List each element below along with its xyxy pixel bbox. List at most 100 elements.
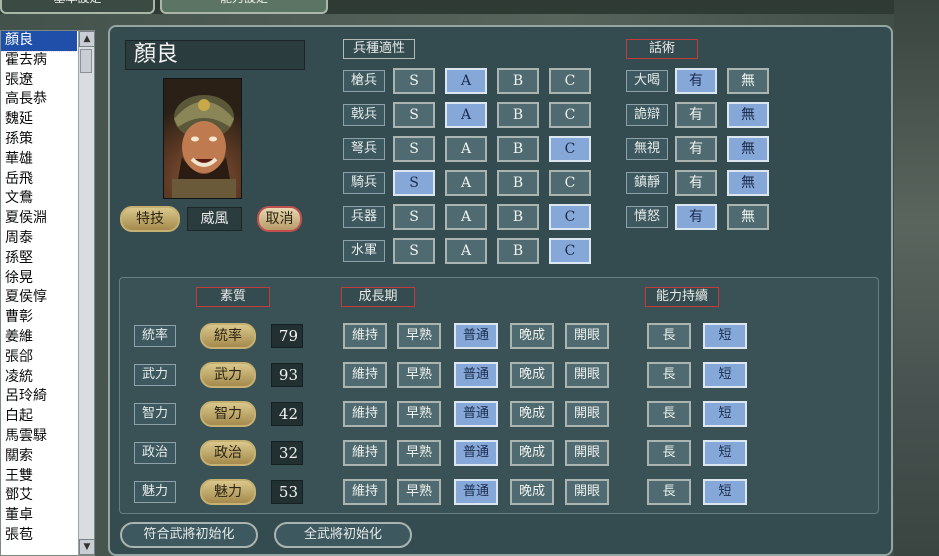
sidebar-item[interactable]: 文鴦 — [1, 189, 77, 209]
aptitude-grade-option[interactable]: A — [445, 170, 487, 196]
sidebar-item[interactable]: 馬雲騄 — [1, 427, 77, 447]
sidebar-item[interactable]: 董卓 — [1, 506, 77, 526]
duration-option[interactable]: 長 — [647, 440, 691, 466]
duration-option[interactable]: 短 — [703, 479, 747, 505]
growth-option[interactable]: 晚成 — [510, 479, 554, 505]
growth-option[interactable]: 維持 — [343, 440, 387, 466]
duration-option[interactable]: 長 — [647, 401, 691, 427]
growth-option[interactable]: 普通 — [454, 362, 498, 388]
aptitude-grade-option[interactable]: A — [445, 136, 487, 162]
stat-button[interactable]: 智力 — [200, 401, 256, 427]
sidebar-item[interactable]: 張苞 — [1, 526, 77, 546]
duration-option[interactable]: 短 — [703, 362, 747, 388]
sidebar-item[interactable]: 華雄 — [1, 150, 77, 170]
growth-option[interactable]: 晚成 — [510, 401, 554, 427]
growth-option[interactable]: 早熟 — [397, 440, 441, 466]
growth-option[interactable]: 晚成 — [510, 440, 554, 466]
scroll-thumb[interactable] — [80, 49, 92, 73]
aptitude-grade-option[interactable]: B — [497, 170, 539, 196]
sidebar-item[interactable]: 魏延 — [1, 110, 77, 130]
growth-option[interactable]: 普通 — [454, 401, 498, 427]
aptitude-grade-option[interactable]: A — [445, 238, 487, 264]
growth-option[interactable]: 晚成 — [510, 362, 554, 388]
sidebar-item[interactable]: 姜維 — [1, 328, 77, 348]
aptitude-grade-option[interactable]: A — [445, 102, 487, 128]
duration-option[interactable]: 短 — [703, 401, 747, 427]
reset-all-button[interactable]: 全武將初始化 — [274, 522, 412, 548]
sidebar-item[interactable]: 高長恭 — [1, 90, 77, 110]
tactic-no-option[interactable]: 無 — [727, 204, 769, 230]
sidebar-item[interactable]: 王雙 — [1, 467, 77, 487]
cancel-skill-button[interactable]: 取消 — [257, 206, 302, 232]
growth-option[interactable]: 晚成 — [510, 323, 554, 349]
aptitude-grade-option[interactable]: S — [393, 136, 435, 162]
sidebar-item[interactable]: 張郃 — [1, 348, 77, 368]
aptitude-grade-option[interactable]: S — [393, 68, 435, 94]
scroll-down-icon[interactable]: ▼ — [79, 539, 95, 555]
duration-option[interactable]: 短 — [703, 323, 747, 349]
aptitude-grade-option[interactable]: C — [549, 170, 591, 196]
sidebar-item[interactable]: 關索 — [1, 447, 77, 467]
tactic-yes-option[interactable]: 有 — [675, 102, 717, 128]
scrollbar[interactable]: ▲ ▼ — [78, 31, 95, 555]
sidebar-item[interactable]: 孫策 — [1, 130, 77, 150]
sidebar-item[interactable]: 孫堅 — [1, 249, 77, 269]
aptitude-grade-option[interactable]: C — [549, 136, 591, 162]
aptitude-grade-option[interactable]: S — [393, 204, 435, 230]
growth-option[interactable]: 早熟 — [397, 362, 441, 388]
tactic-no-option[interactable]: 無 — [727, 68, 769, 94]
growth-option[interactable]: 開眼 — [565, 401, 609, 427]
growth-option[interactable]: 早熟 — [397, 479, 441, 505]
general-list[interactable]: 顏良 霍去病 張遼 高長恭 魏延 孫策 華雄 岳飛 文鴦 夏侯淵 周泰 孫堅 徐晃 夏侯惇 曹彰 姜維 張郃 凌統… — [0, 30, 95, 556]
aptitude-grade-option[interactable]: S — [393, 238, 435, 264]
sidebar-item[interactable]: 曹彰 — [1, 308, 77, 328]
growth-option[interactable]: 早熟 — [397, 401, 441, 427]
duration-option[interactable]: 短 — [703, 440, 747, 466]
aptitude-grade-option[interactable]: B — [497, 68, 539, 94]
growth-option[interactable]: 開眼 — [565, 362, 609, 388]
aptitude-grade-option[interactable]: S — [393, 102, 435, 128]
sidebar-item[interactable]: 張遼 — [1, 71, 77, 91]
sidebar-item[interactable]: 岳飛 — [1, 170, 77, 190]
sidebar-item[interactable]: 徐晃 — [1, 269, 77, 289]
sidebar-item[interactable]: 周泰 — [1, 229, 77, 249]
aptitude-grade-option[interactable]: C — [549, 68, 591, 94]
growth-option[interactable]: 普通 — [454, 479, 498, 505]
tactic-no-option[interactable]: 無 — [727, 136, 769, 162]
tactic-yes-option[interactable]: 有 — [675, 68, 717, 94]
aptitude-grade-option[interactable]: B — [497, 136, 539, 162]
aptitude-grade-option[interactable]: S — [393, 170, 435, 196]
growth-option[interactable]: 普通 — [454, 440, 498, 466]
growth-option[interactable]: 維持 — [343, 323, 387, 349]
aptitude-grade-option[interactable]: B — [497, 102, 539, 128]
reset-matching-button[interactable]: 符合武將初始化 — [120, 522, 258, 548]
aptitude-grade-option[interactable]: B — [497, 204, 539, 230]
growth-option[interactable]: 維持 — [343, 362, 387, 388]
aptitude-grade-option[interactable]: C — [549, 102, 591, 128]
skill-button[interactable]: 特技 — [120, 206, 180, 232]
growth-option[interactable]: 維持 — [343, 479, 387, 505]
tactic-yes-option[interactable]: 有 — [675, 136, 717, 162]
sidebar-item[interactable]: 白起 — [1, 407, 77, 427]
growth-option[interactable]: 開眼 — [565, 323, 609, 349]
sidebar-item[interactable]: 顏良 — [1, 31, 77, 52]
stat-button[interactable]: 武力 — [200, 362, 256, 388]
sidebar-item[interactable]: 鄧艾 — [1, 486, 77, 506]
duration-option[interactable]: 長 — [647, 362, 691, 388]
growth-option[interactable]: 早熟 — [397, 323, 441, 349]
tab-basic-settings[interactable]: 基本設定 — [0, 0, 155, 14]
aptitude-grade-option[interactable]: A — [445, 68, 487, 94]
growth-option[interactable]: 普通 — [454, 323, 498, 349]
aptitude-grade-option[interactable]: B — [497, 238, 539, 264]
sidebar-item[interactable]: 呂玲綺 — [1, 387, 77, 407]
aptitude-grade-option[interactable]: A — [445, 204, 487, 230]
tactic-yes-option[interactable]: 有 — [675, 170, 717, 196]
stat-button[interactable]: 統率 — [200, 323, 256, 349]
stat-button[interactable]: 魅力 — [200, 479, 256, 505]
duration-option[interactable]: 長 — [647, 323, 691, 349]
scroll-up-icon[interactable]: ▲ — [79, 31, 95, 47]
stat-button[interactable]: 政治 — [200, 440, 256, 466]
growth-option[interactable]: 維持 — [343, 401, 387, 427]
duration-option[interactable]: 長 — [647, 479, 691, 505]
sidebar-item[interactable]: 夏侯淵 — [1, 209, 77, 229]
